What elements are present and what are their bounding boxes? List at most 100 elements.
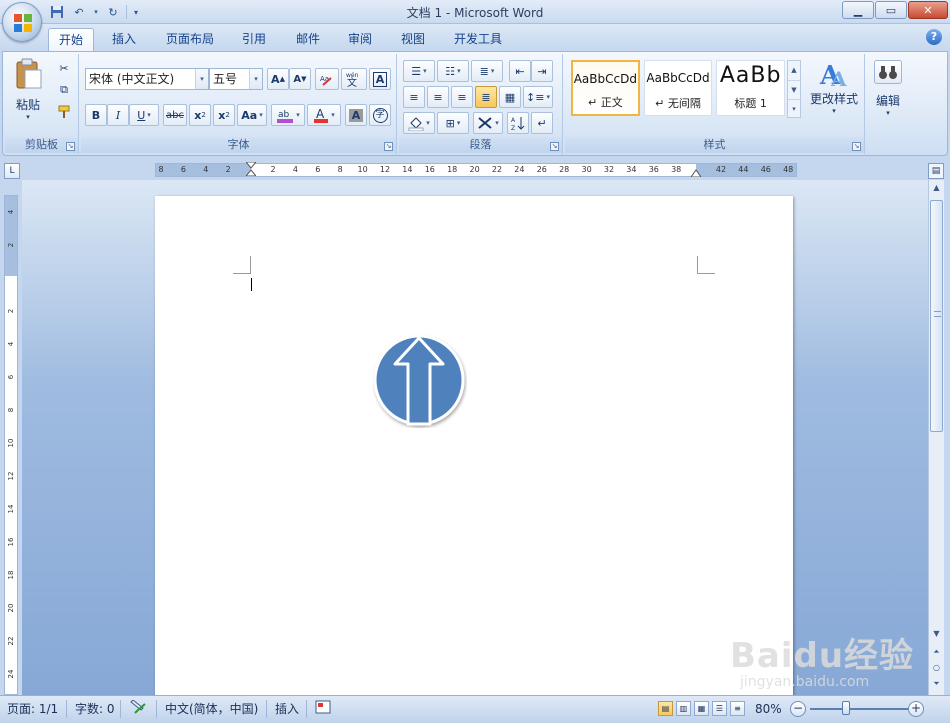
tab-home[interactable]: 开始 <box>48 28 95 51</box>
style-tile-normal[interactable]: AaBbCcDd ↵ 正文 <box>571 60 640 116</box>
maximize-button[interactable]: ▭ <box>875 1 907 19</box>
tab-view[interactable]: 视图 <box>391 28 435 51</box>
minimize-button[interactable]: ▁ <box>842 1 874 19</box>
align-right-icon[interactable]: ≡ <box>451 86 473 108</box>
full-screen-reading-button[interactable]: ▥ <box>676 701 691 716</box>
tab-mailings[interactable]: 邮件 <box>286 28 330 51</box>
enclose-characters-icon[interactable]: 字 <box>369 104 391 126</box>
font-size-dropdown-icon[interactable]: ▾ <box>249 69 262 89</box>
copy-icon[interactable]: ⧉ <box>53 80 75 100</box>
subscript-button[interactable]: x2 <box>189 104 211 126</box>
horizontal-ruler[interactable]: 8 6 4 2 2 4 6 8 10 12 14 16 18 20 22 24 26 28 30 32 34 36 38 42… <box>155 162 797 177</box>
scroll-down-icon[interactable]: ▼ <box>929 626 944 642</box>
zoom-in-button[interactable]: + <box>908 701 924 717</box>
tab-references[interactable]: 引用 <box>232 28 276 51</box>
tab-page-layout[interactable]: 页面布局 <box>156 28 224 51</box>
tab-selector-button[interactable]: L <box>4 163 20 179</box>
close-button[interactable]: ✕ <box>908 1 948 19</box>
change-case-button[interactable]: Aa ▾ <box>237 104 267 126</box>
style-tile-no-spacing[interactable]: AaBbCcDd ↵ 无间隔 <box>643 60 713 116</box>
borders-button[interactable]: ⊞ ▾ <box>437 112 469 134</box>
view-ruler-icon[interactable]: ▤ <box>928 163 944 179</box>
clear-format-icon[interactable]: Aa <box>315 68 339 90</box>
zoom-slider-track[interactable] <box>810 708 910 710</box>
help-icon[interactable]: ? <box>926 29 942 45</box>
change-styles-button[interactable]: A A 更改样式 ▾ <box>807 60 861 128</box>
font-size-combo[interactable]: 五号 ▾ <box>209 68 263 90</box>
styles-launcher-icon[interactable]: ↘ <box>852 142 861 151</box>
web-layout-button[interactable]: ▦ <box>694 701 709 716</box>
select-browse-object-icon[interactable]: ○ <box>929 660 944 676</box>
vertical-ruler[interactable]: 4 2 2 4 6 8 10 12 14 16 18 20 22 24 <box>4 195 18 695</box>
tab-developer[interactable]: 开发工具 <box>444 28 512 51</box>
strikethrough-button[interactable]: abc <box>163 104 187 126</box>
character-border-icon[interactable]: A <box>369 68 391 90</box>
zoom-out-button[interactable]: − <box>790 701 806 717</box>
highlight-color-button[interactable]: ab ▾ <box>271 104 305 126</box>
scroll-up-icon[interactable]: ▲ <box>929 180 944 196</box>
office-logo-icon <box>14 14 32 32</box>
zoom-level[interactable]: 80% <box>752 700 785 718</box>
print-layout-view-button[interactable]: ▤ <box>658 701 673 716</box>
previous-page-icon[interactable]: ⏶ <box>929 644 944 660</box>
font-color-button[interactable]: A ▾ <box>307 104 341 126</box>
outline-view-button[interactable]: ☰ <box>712 701 727 716</box>
proofing-icon[interactable] <box>126 699 150 718</box>
chinese-layout-button[interactable]: ▾ <box>473 112 503 134</box>
shading-button[interactable]: ▾ <box>403 112 435 134</box>
superscript-button[interactable]: x2 <box>213 104 235 126</box>
shrink-font-button[interactable]: A ▼ <box>289 68 311 90</box>
office-button[interactable] <box>2 2 42 42</box>
gallery-more-icon[interactable]: ▾ <box>788 99 800 117</box>
cut-icon[interactable]: ✂ <box>53 58 75 78</box>
bold-button[interactable]: B <box>85 104 107 126</box>
sort-icon[interactable]: AZ <box>507 112 529 134</box>
tab-review[interactable]: 审阅 <box>338 28 382 51</box>
document-page[interactable] <box>155 196 793 695</box>
italic-button[interactable]: I <box>107 104 129 126</box>
bullets-button[interactable]: ☰ ▾ <box>403 60 435 82</box>
phonetic-guide-icon[interactable]: wén 文 <box>341 68 367 90</box>
paste-button[interactable]: 粘贴 ▾ <box>9 58 47 124</box>
circular-up-arrow-shape[interactable] <box>373 334 467 428</box>
clipboard-launcher-icon[interactable]: ↘ <box>66 142 75 151</box>
underline-button[interactable]: U ▾ <box>129 104 159 126</box>
decrease-indent-icon[interactable]: ⇤ <box>509 60 531 82</box>
zoom-slider-thumb[interactable] <box>842 701 850 715</box>
numbering-button[interactable]: ☷ ▾ <box>437 60 469 82</box>
line-spacing-button[interactable]: ↕≡ ▾ <box>523 86 553 108</box>
distributed-icon[interactable]: ▦ <box>499 86 521 108</box>
justify-icon[interactable]: ≣ <box>475 86 497 108</box>
align-left-icon[interactable]: ≡ <box>403 86 425 108</box>
font-name-combo[interactable]: 宋体 (中文正文) ▾ <box>85 68 209 90</box>
gallery-down-icon[interactable]: ▼ <box>788 80 800 99</box>
insert-mode-status[interactable]: 插入 <box>272 700 302 718</box>
editing-button[interactable]: 编辑 ▾ <box>869 60 907 132</box>
language-status[interactable]: 中文(简体，中国) <box>162 700 261 718</box>
align-center-icon[interactable]: ≡ <box>427 86 449 108</box>
binoculars-icon <box>879 66 897 79</box>
show-marks-icon[interactable]: ↵ <box>531 112 553 134</box>
format-painter-icon[interactable] <box>53 102 75 122</box>
ruler-tick-label: 14 <box>402 165 413 174</box>
vertical-scrollbar[interactable]: ▲ ▼ ⏶ ○ ⏷ <box>928 180 944 695</box>
macro-recording-icon[interactable] <box>312 700 334 718</box>
tab-insert[interactable]: 插入 <box>102 28 146 51</box>
style-gallery-scroll[interactable]: ▲ ▼ ▾ <box>787 60 801 118</box>
grow-font-button[interactable]: A ▲ <box>267 68 289 90</box>
style-tile-heading-1[interactable]: AaBb 标题 1 <box>716 60 785 116</box>
increase-indent-icon[interactable]: ⇥ <box>531 60 553 82</box>
scroll-thumb[interactable] <box>930 200 943 432</box>
first-line-indent-marker[interactable] <box>246 162 256 176</box>
multilevel-list-button[interactable]: ≣ ▾ <box>471 60 503 82</box>
draft-view-button[interactable]: ≡ <box>730 701 745 716</box>
word-count-status[interactable]: 字数: 0 <box>72 700 118 718</box>
character-shading-icon[interactable]: A <box>345 104 367 126</box>
right-indent-marker[interactable] <box>691 169 701 177</box>
page-count-status[interactable]: 页面: 1/1 <box>4 700 61 718</box>
paragraph-launcher-icon[interactable]: ↘ <box>550 142 559 151</box>
gallery-up-icon[interactable]: ▲ <box>788 61 800 80</box>
font-name-dropdown-icon[interactable]: ▾ <box>195 69 208 89</box>
next-page-icon[interactable]: ⏷ <box>929 676 944 692</box>
font-launcher-icon[interactable]: ↘ <box>384 142 393 151</box>
